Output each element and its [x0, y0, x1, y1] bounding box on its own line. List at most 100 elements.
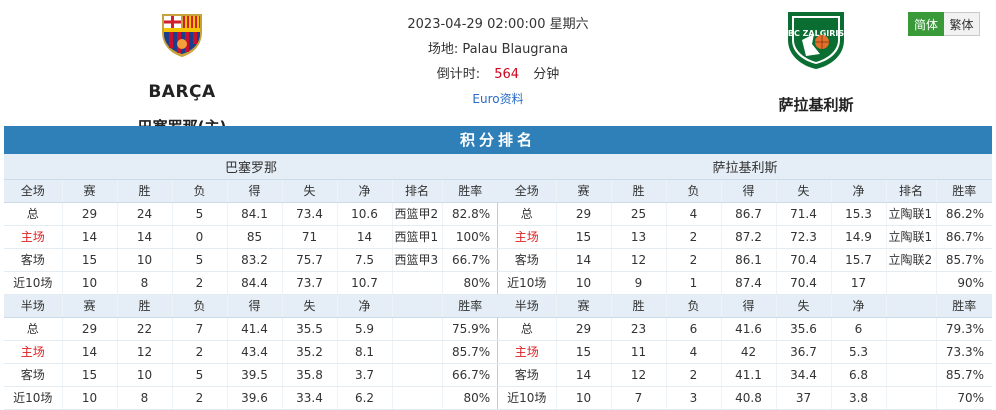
column-header: 半场	[498, 294, 557, 318]
table-cell: 43.4	[227, 340, 283, 364]
away-team[interactable]: BC ZALGIRIS 萨拉基利斯	[716, 10, 916, 115]
column-header: 赛	[556, 179, 612, 203]
table-cell: 10	[62, 271, 118, 295]
table-cell: 35.2	[282, 340, 338, 364]
match-venue: 场地: Palau Blaugrana	[427, 42, 569, 57]
table-row: 近10场 10 8 2 39.6 33.4 6.2 80%	[4, 386, 499, 410]
table-cell: 85.7%	[936, 363, 993, 387]
home-logo-wordmark: BARÇA	[148, 82, 216, 102]
table-cell: 5	[172, 248, 228, 272]
table-cell: 1	[666, 271, 722, 295]
table-cell: 15	[556, 225, 612, 249]
table-row: 近10场 10 8 2 84.4 73.7 10.7 80%	[4, 271, 499, 295]
countdown-label: 倒计时:	[436, 67, 481, 82]
table-cell: 12	[117, 340, 173, 364]
half-game-header-row: 半场赛胜负得失净 胜率	[498, 294, 993, 318]
table-cell: 86.7	[721, 202, 777, 226]
table-cell: 100%	[442, 225, 499, 249]
table-cell: 85.7%	[936, 248, 993, 272]
table-row: 近10场 10 7 3 40.8 37 3.8 70%	[498, 386, 993, 410]
table-cell: 25	[611, 202, 667, 226]
table-cell: 5	[172, 202, 228, 226]
table-cell: 客场	[498, 248, 557, 272]
column-header: 得	[721, 294, 777, 318]
svg-text:BC ZALGIRIS: BC ZALGIRIS	[788, 29, 845, 38]
table-cell: 35.5	[282, 317, 338, 341]
column-header: 胜	[611, 179, 667, 203]
table-cell: 西篮甲3	[392, 248, 443, 272]
table-row: 客场 15 10 5 39.5 35.8 3.7 66.7%	[4, 363, 499, 387]
table-cell: 42	[721, 340, 777, 364]
table-cell: 2	[172, 340, 228, 364]
column-header: 排名	[392, 179, 443, 203]
table-cell: 6.2	[337, 386, 393, 410]
table-row: 客场 14 12 2 41.1 34.4 6.8 85.7%	[498, 363, 993, 387]
traditional-chinese-button[interactable]: 繁体	[944, 12, 980, 36]
table-cell: 73.7	[282, 271, 338, 295]
table-cell: 10	[62, 386, 118, 410]
match-countdown: 倒计时: 564 分钟	[380, 62, 616, 87]
table-cell: 23	[611, 317, 667, 341]
full-game-header-row: 全场赛胜负得失净排名 胜率	[498, 179, 993, 203]
column-header: 净	[337, 294, 393, 318]
table-cell: 近10场	[4, 386, 63, 410]
column-header: 失	[776, 294, 832, 318]
column-header: 得	[227, 294, 283, 318]
team-title: 巴塞罗那	[4, 154, 499, 180]
table-cell: 90%	[936, 271, 993, 295]
match-header: BARÇA 巴塞罗那(主) 2023-04-29 02:00:00 星期六 场地…	[0, 0, 996, 136]
table-cell: 3.8	[831, 386, 887, 410]
table-cell: 10	[556, 271, 612, 295]
table-cell: 29	[556, 202, 612, 226]
column-header: 负	[666, 179, 722, 203]
table-cell: 35.6	[776, 317, 832, 341]
table-cell: 14	[337, 225, 393, 249]
table-cell: 立陶联1	[886, 202, 937, 226]
column-header: 胜	[117, 294, 173, 318]
table-cell: 2	[666, 248, 722, 272]
table-cell	[392, 363, 443, 387]
table-cell: 2	[172, 386, 228, 410]
away-standings-table: 萨拉基利斯 全场赛胜负得失净排名 胜率总 29 25 4 86.7 71.4 15.3 立陶联1 8…	[498, 154, 993, 410]
table-cell	[886, 317, 937, 341]
table-cell: 10	[556, 386, 612, 410]
table-cell: 11	[611, 340, 667, 364]
table-cell: 86.7%	[936, 225, 993, 249]
table-cell: 66.7%	[442, 363, 499, 387]
column-header	[392, 294, 443, 318]
table-cell: 17	[831, 271, 887, 295]
euro-info-link[interactable]: Euro资料	[472, 92, 523, 106]
away-team-name[interactable]: 萨拉基利斯	[716, 94, 916, 115]
table-cell: 总	[498, 202, 557, 226]
column-header: 赛	[556, 294, 612, 318]
simplified-chinese-button[interactable]: 简体	[908, 12, 944, 36]
table-cell: 72.3	[776, 225, 832, 249]
table-row: 主场 15 11 4 42 36.7 5.3 73.3%	[498, 340, 993, 364]
table-cell: 86.1	[721, 248, 777, 272]
full-game-header-row: 全场赛胜负得失净排名 胜率	[4, 179, 499, 203]
table-cell: 8	[117, 271, 173, 295]
table-cell: 70%	[936, 386, 993, 410]
away-team-logo[interactable]: BC ZALGIRIS	[716, 10, 916, 80]
table-cell: 主场	[4, 225, 63, 249]
table-cell: 39.5	[227, 363, 283, 387]
table-cell: 85.7%	[442, 340, 499, 364]
home-team-logo[interactable]	[82, 10, 282, 80]
table-cell: 西篮甲2	[392, 202, 443, 226]
table-cell: 14	[556, 363, 612, 387]
zalgiris-crest-icon: BC ZALGIRIS	[788, 12, 845, 69]
table-cell: 35.8	[282, 363, 338, 387]
table-row: 总 29 25 4 86.7 71.4 15.3 立陶联1 86.2%	[498, 202, 993, 226]
table-cell: 29	[62, 202, 118, 226]
table-cell: 客场	[4, 248, 63, 272]
home-standings-table: 巴塞罗那 全场赛胜负得失净排名 胜率总 29 24 5 84.1 73.4 10.6 西篮甲2 82…	[4, 154, 499, 410]
table-cell: 客场	[498, 363, 557, 387]
table-cell	[392, 386, 443, 410]
home-team[interactable]: BARÇA 巴塞罗那(主)	[82, 10, 282, 137]
column-header: 赛	[62, 294, 118, 318]
countdown-unit: 分钟	[533, 67, 560, 82]
column-header: 全场	[498, 179, 557, 203]
home-standings: 巴塞罗那 全场赛胜负得失净排名 胜率总 29 24 5 84.1 73.4 10.6 西篮甲2 82…	[4, 154, 499, 410]
table-cell: 8.1	[337, 340, 393, 364]
table-cell: 0	[172, 225, 228, 249]
